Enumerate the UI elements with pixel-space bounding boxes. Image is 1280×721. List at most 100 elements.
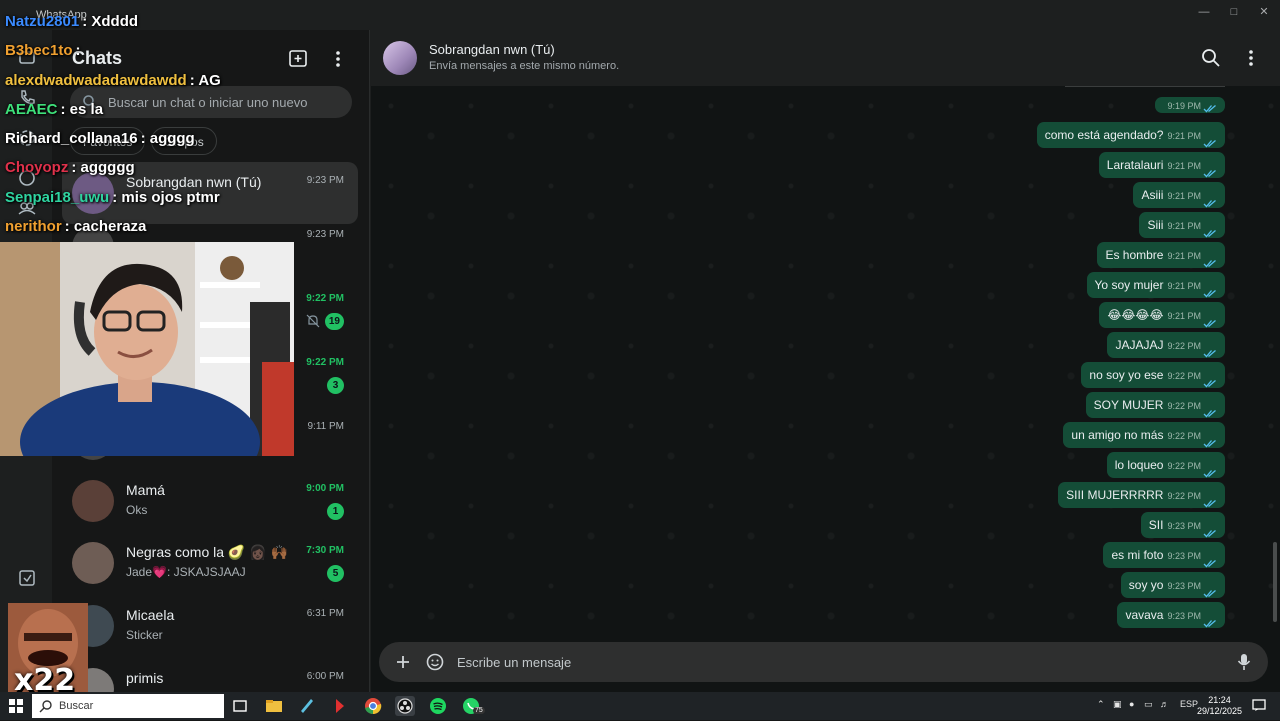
outgoing-message[interactable]: vavava 9:23 PM	[1117, 602, 1225, 628]
message-time: 9:21 PM	[1167, 251, 1201, 261]
stream-chat-text: : Xdddd	[82, 13, 139, 30]
outgoing-message[interactable]: lo loqueo 9:22 PM	[1106, 452, 1225, 478]
read-ticks-icon	[1203, 521, 1217, 538]
chat-search-input[interactable]: Buscar un chat o iniciar uno nuevo	[70, 86, 352, 118]
clock-date: 29/12/2025	[1196, 706, 1242, 716]
stream-chat-line: B3bec1to:	[5, 42, 81, 59]
taskbar-search-input[interactable]: Buscar	[32, 694, 224, 718]
message-composer[interactable]: Escribe un mensaje	[379, 642, 1268, 682]
task-view-icon[interactable]	[230, 696, 250, 716]
outgoing-message[interactable]: no soy yo ese 9:22 PM	[1081, 362, 1225, 388]
message-time: 9:23 PM	[1167, 551, 1201, 561]
outgoing-message[interactable]: SII 9:23 PM	[1140, 512, 1225, 538]
chat-name: Negras como la 🥑 👩🏿 🙌🏾	[126, 544, 289, 560]
contact-avatar[interactable]	[383, 41, 417, 75]
chat-avatar	[72, 480, 114, 522]
message-scrollbar[interactable]	[1273, 542, 1277, 622]
read-ticks-icon	[1203, 371, 1217, 388]
outgoing-message[interactable]: 😂😂😂😂 9:21 PM	[1099, 302, 1225, 328]
stream-chat-user: nerithor	[5, 218, 62, 235]
tray-volume-icon[interactable]: ♬	[1160, 699, 1169, 709]
media-app-icon[interactable]	[330, 696, 350, 716]
whatsapp-taskbar-badge: 75	[473, 707, 485, 714]
tray-language[interactable]: ESP	[1180, 699, 1198, 709]
obs-icon[interactable]	[395, 696, 415, 716]
minimize-button[interactable]: —	[1194, 4, 1214, 20]
outgoing-message[interactable]: SOY MUJER 9:22 PM	[1085, 392, 1225, 418]
conversation-menu-icon[interactable]	[1240, 47, 1262, 69]
close-button[interactable]: ✕	[1254, 4, 1274, 20]
taskbar-clock[interactable]: 21:24 29/12/2025	[1197, 695, 1242, 717]
outgoing-message[interactable]: 9:19 PM	[1155, 97, 1225, 113]
notes-app-icon[interactable]	[297, 696, 317, 716]
taskbar-search-icon	[39, 699, 53, 713]
tray-app-icon[interactable]: ▣	[1113, 699, 1122, 710]
menu-dots-icon[interactable]	[327, 48, 349, 70]
outgoing-message[interactable]: soy yo 9:23 PM	[1120, 572, 1225, 598]
whatsapp-taskbar-icon[interactable]: 75	[461, 696, 485, 716]
chat-name: primis	[126, 670, 164, 686]
webcam-image	[0, 242, 294, 456]
stream-chat-line: alexdwadwadadawdawdd: AG	[5, 72, 221, 89]
stream-chat-text: :	[75, 42, 81, 59]
microphone-icon[interactable]	[1234, 652, 1254, 672]
outgoing-message[interactable]: es mi foto 9:23 PM	[1103, 542, 1225, 568]
chat-preview: Jade💗: JSKAJSJAAJ	[126, 565, 246, 579]
read-ticks-icon	[1203, 491, 1217, 508]
message-text: SII	[1148, 518, 1164, 532]
conversation-header[interactable]: Sobrangdan nwn (Tú) Envía mensajes a est…	[371, 30, 1280, 86]
chat-row[interactable]: Mamá Oks 9:00 PM 1	[62, 470, 358, 532]
chat-time: 9:00 PM	[306, 483, 344, 494]
stream-chat-user: Natzu2801	[5, 13, 80, 30]
message-area: 9:19 PM como está agendado? 9:21 PM Laratal…	[371, 86, 1280, 636]
search-placeholder: Buscar un chat o iniciar uno nuevo	[108, 95, 308, 110]
webcam-overlay	[0, 242, 294, 456]
message-text: Es hombre	[1105, 248, 1164, 262]
new-community-icon[interactable]	[17, 568, 37, 588]
chat-row[interactable]: Micaela Sticker 6:31 PM	[62, 595, 358, 657]
read-ticks-icon	[1203, 161, 1217, 178]
chat-row[interactable]: Negras como la 🥑 👩🏿 🙌🏾 Jade💗: JSKAJSJAAJ 7…	[62, 532, 358, 594]
outgoing-message[interactable]: Asiii 9:21 PM	[1133, 182, 1225, 208]
message-text: vavava	[1125, 608, 1164, 622]
chrome-icon[interactable]	[363, 696, 383, 716]
title-bar: WhatsApp — □ ✕	[0, 0, 1280, 30]
chat-preview: Sticker	[126, 628, 163, 642]
stream-chat-line: Senpai18_uwu: mis ojos ptmr	[5, 189, 220, 206]
maximize-button[interactable]: □	[1224, 4, 1244, 20]
unread-badge: 1	[327, 503, 344, 520]
chat-name: Sobrangdan nwn (Tú)	[126, 174, 262, 190]
notifications-icon[interactable]	[1252, 698, 1266, 714]
tray-expand-icon[interactable]: ⌃	[1097, 699, 1105, 710]
new-chat-icon[interactable]	[287, 48, 309, 70]
message-text: lo loqueo	[1114, 458, 1164, 472]
spotify-icon[interactable]	[428, 696, 448, 716]
message-time: 9:22 PM	[1167, 491, 1201, 501]
message-time: 9:21 PM	[1167, 311, 1201, 321]
outgoing-message[interactable]: JAJAJAJ 9:22 PM	[1107, 332, 1225, 358]
outgoing-message[interactable]: Laratalauri 9:21 PM	[1098, 152, 1225, 178]
windows-start-icon[interactable]	[6, 696, 26, 716]
sticker-icon[interactable]	[425, 652, 445, 672]
message-text: Siii	[1147, 218, 1164, 232]
outgoing-message[interactable]: Yo soy mujer 9:21 PM	[1086, 272, 1225, 298]
chat-time: 7:30 PM	[306, 545, 344, 556]
tray-mic-icon[interactable]: ●	[1129, 699, 1134, 709]
outgoing-message[interactable]: SIII MUJERRRRR 9:22 PM	[1058, 482, 1225, 508]
chat-time: 9:22 PM	[306, 293, 344, 304]
tray-network-icon[interactable]: ▭	[1144, 699, 1153, 710]
file-explorer-icon[interactable]	[264, 696, 284, 716]
outgoing-message[interactable]: Es hombre 9:21 PM	[1097, 242, 1225, 268]
outgoing-message[interactable]: un amigo no más 9:22 PM	[1063, 422, 1225, 448]
stream-chat-line: Richard_collana16: agggg	[5, 130, 195, 147]
message-text: es mi foto	[1111, 548, 1164, 562]
attach-plus-icon[interactable]	[393, 652, 413, 672]
chat-time: 9:23 PM	[306, 229, 344, 240]
chat-preview: Oks	[126, 503, 148, 517]
outgoing-message[interactable]: Siii 9:21 PM	[1139, 212, 1225, 238]
chat-time: 6:31 PM	[306, 608, 344, 619]
stream-chat-text: : agggg	[140, 130, 195, 147]
search-messages-icon[interactable]	[1200, 47, 1222, 69]
outgoing-message[interactable]: como está agendado? 9:21 PM	[1036, 122, 1225, 148]
read-ticks-icon	[1203, 581, 1217, 598]
